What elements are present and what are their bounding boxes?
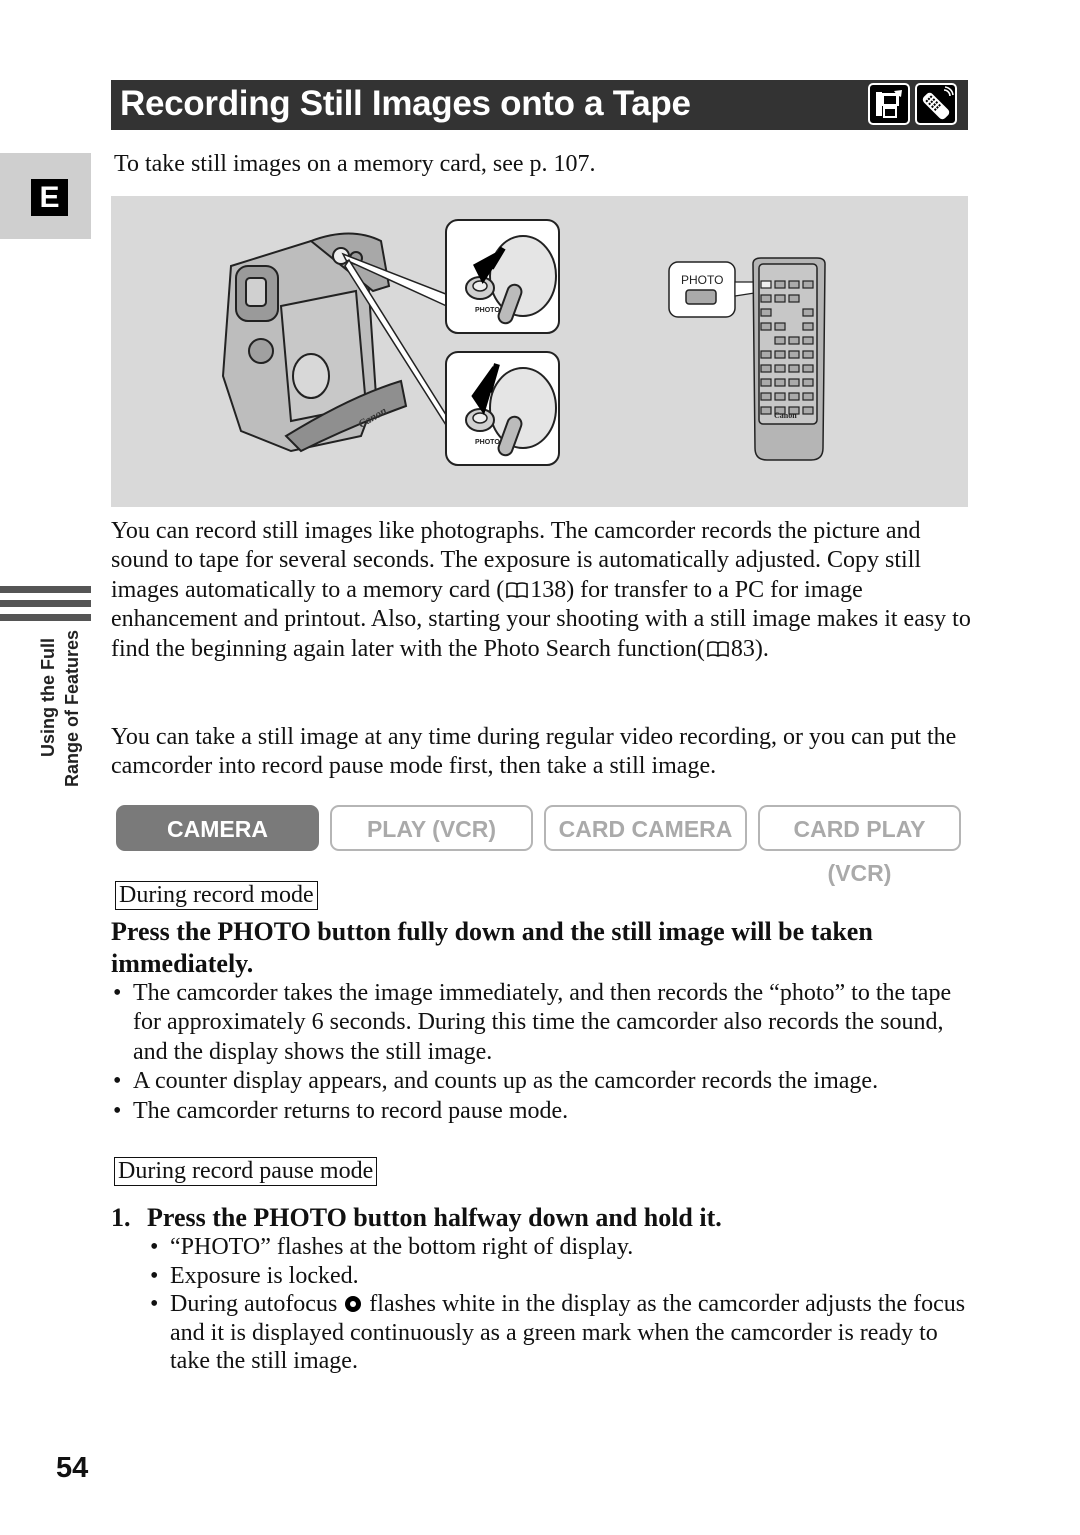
wireless-remote-icon (915, 83, 957, 125)
mode-play-vcr: PLAY (VCR) (330, 805, 533, 851)
paragraph-text: ). (754, 635, 769, 662)
remote-photo-label: PHOTO (681, 273, 723, 287)
book-reference-icon (506, 578, 528, 598)
remote-photo-callout: PHOTO (668, 261, 762, 318)
detail-photo-label: PHOTO (475, 307, 500, 314)
page-reference[interactable]: 138 (530, 577, 566, 603)
description-paragraph: You can record still images like photogr… (111, 517, 971, 664)
mode-camera: CAMERA (116, 805, 319, 851)
bullet-item: A counter display appears, and counts up… (111, 1067, 973, 1097)
section-label-line1: Using the Full (38, 638, 58, 757)
bullet-item: The camcorder returns to record pause mo… (111, 1097, 973, 1127)
step-1-heading: 1. Press the PHOTO button halfway down an… (111, 1202, 971, 1234)
bullet-item: The camcorder takes the image immediatel… (111, 979, 973, 1067)
pause-mode-bullets: “PHOTO” flashes at the bottom right of d… (148, 1233, 973, 1376)
bullet-item: “PHOTO” flashes at the bottom right of d… (148, 1233, 973, 1262)
section-marker-bars (0, 586, 91, 628)
mode-card-play-vcr: CARD PLAY (VCR) (758, 805, 961, 886)
photo-button-detail-bottom: PHOTO (445, 351, 560, 466)
language-tab: E (0, 153, 91, 239)
timing-paragraph: You can take a still image at any time d… (111, 724, 957, 780)
section-label-line2: Range of Features (62, 630, 82, 788)
mode-card-camera: CARD CAMERA (544, 805, 747, 851)
record-pause-mode-label: During record pause mode (114, 1157, 378, 1186)
step-number: 1. (111, 1203, 131, 1232)
detail-photo-label-2: PHOTO (475, 439, 500, 446)
page-title: Recording Still Images onto a Tape (120, 84, 691, 123)
bullet-item: During autofocus flashes white in the di… (148, 1290, 973, 1376)
camcorder-icon (868, 83, 910, 125)
intro-text: To take still images on a memory card, s… (114, 151, 596, 177)
photo-button-detail-top: PHOTO (445, 219, 560, 334)
remote-brand: Canon (774, 411, 797, 420)
record-mode-label: During record mode (115, 881, 318, 910)
page-number: 54 (56, 1452, 89, 1484)
section-label: Using the Full Range of Features (36, 630, 96, 800)
section-title-bar: Recording Still Images onto a Tape (111, 80, 968, 130)
record-mode-heading: Press the PHOTO button fully down and th… (111, 917, 873, 978)
camcorder-illustration: Canon PHOTO PHOTO PHOTO Canon (221, 219, 826, 466)
wireless-controller-drawing (752, 257, 826, 461)
book-reference-icon (707, 637, 729, 657)
record-mode-bullets: The camcorder takes the image immediatel… (111, 979, 973, 1126)
language-letter: E (31, 179, 68, 216)
illustration-panel: Canon PHOTO PHOTO PHOTO Canon (111, 196, 968, 507)
autofocus-mark-icon (345, 1296, 362, 1312)
bullet-text: During autofocus (170, 1291, 338, 1317)
step-text: Press the PHOTO button halfway down and … (147, 1203, 722, 1232)
bullet-item: Exposure is locked. (148, 1262, 973, 1291)
page-reference[interactable]: 83 (731, 636, 755, 662)
